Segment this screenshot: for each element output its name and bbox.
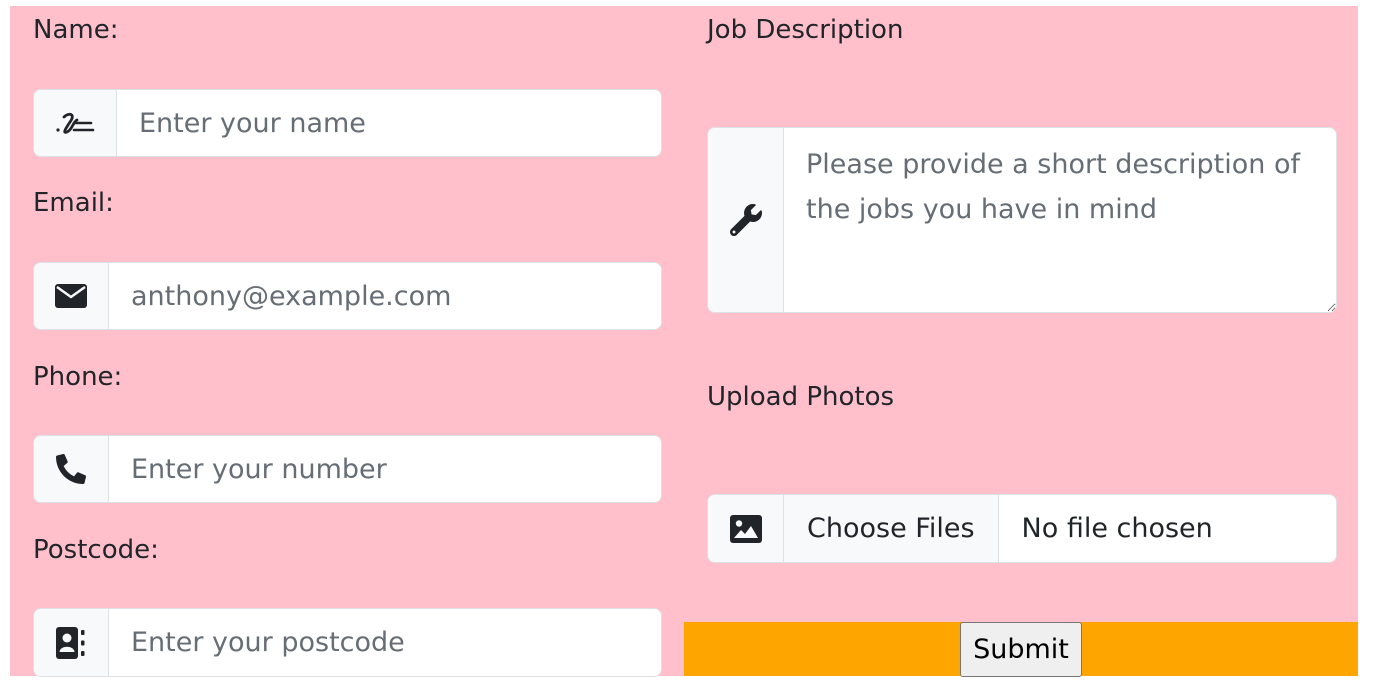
phone-input-group <box>33 435 662 503</box>
job-description-label: Job Description <box>707 15 904 45</box>
job-description-textarea[interactable] <box>784 128 1336 312</box>
postcode-label: Postcode: <box>33 535 159 565</box>
choose-files-button[interactable]: Choose Files <box>784 495 999 562</box>
name-label: Name: <box>33 15 119 45</box>
submit-bar: Submit <box>684 622 1358 677</box>
name-input[interactable] <box>117 90 661 156</box>
email-input-group <box>33 262 662 330</box>
email-input[interactable] <box>109 263 661 329</box>
signature-icon <box>34 90 117 156</box>
upload-photos-input-group: Choose Files No file chosen <box>707 494 1337 563</box>
wrench-icon <box>708 128 784 312</box>
submit-button[interactable]: Submit <box>960 622 1082 677</box>
address-book-icon <box>34 609 109 676</box>
envelope-icon <box>34 263 109 329</box>
name-input-group <box>33 89 662 157</box>
postcode-input-group <box>33 608 662 677</box>
email-label: Email: <box>33 188 114 218</box>
job-description-input-group <box>707 127 1337 313</box>
image-icon <box>708 495 784 562</box>
upload-photos-label: Upload Photos <box>707 382 895 412</box>
postcode-input[interactable] <box>109 609 661 676</box>
phone-icon <box>34 436 109 502</box>
file-status-text: No file chosen <box>1021 513 1213 544</box>
phone-label: Phone: <box>33 362 123 392</box>
phone-input[interactable] <box>109 436 661 502</box>
